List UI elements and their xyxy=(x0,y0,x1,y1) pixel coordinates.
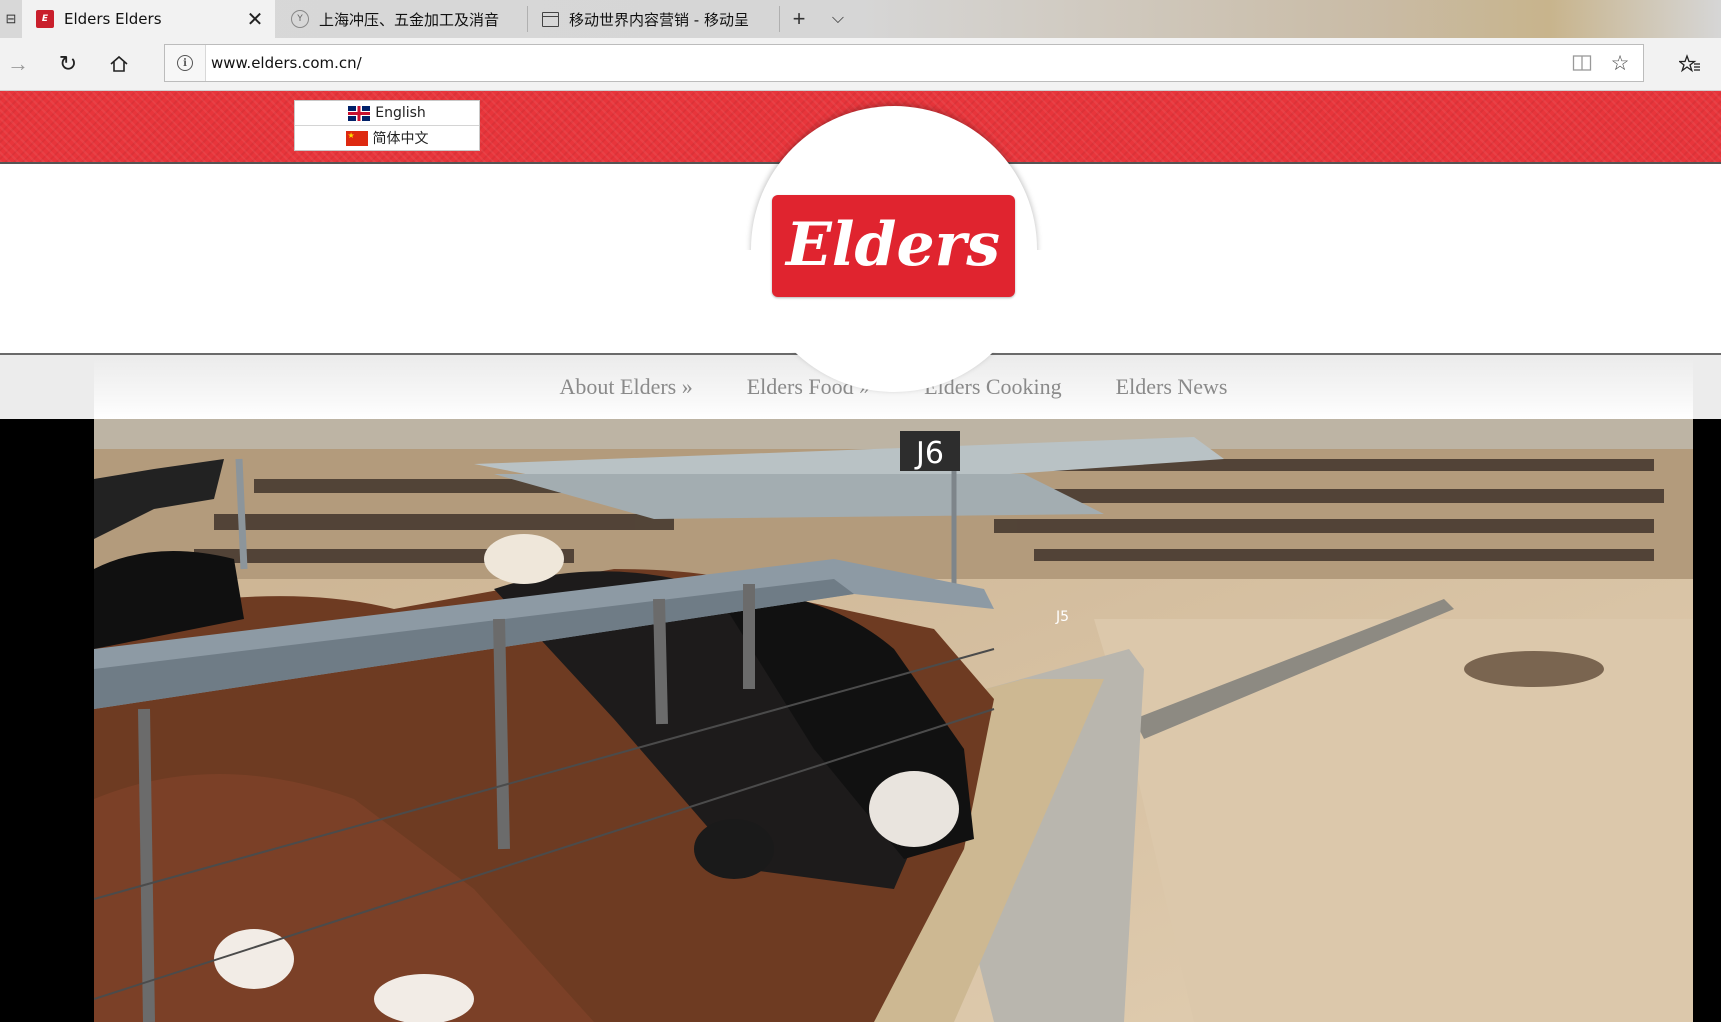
tab-title: 上海冲压、五金加工及消音 xyxy=(319,10,500,29)
favorite-star-icon[interactable]: ☆ xyxy=(1605,48,1635,78)
uk-flag-icon xyxy=(348,105,371,121)
tab-bar: ⊟ E Elders Elders ✕ Y 上海冲压、五金加工及消音 移动世界内… xyxy=(0,0,1721,39)
tab-title: Elders Elders xyxy=(64,10,162,28)
refresh-icon[interactable]: ↻ xyxy=(50,46,86,82)
tab-title: 移动世界内容营销 - 移动呈 xyxy=(569,10,749,29)
menu-elders-news[interactable]: Elders News xyxy=(1116,374,1228,400)
tab-list-icon[interactable]: ⌵ xyxy=(820,0,856,38)
logo-text: Elders xyxy=(784,210,1000,280)
url-text[interactable]: www.elders.com.cn/ xyxy=(211,45,362,81)
svg-text:J6: J6 xyxy=(914,436,944,471)
china-flag-icon: ★ xyxy=(345,130,368,146)
svg-text:J5: J5 xyxy=(1055,609,1069,625)
site-favicon-icon: Y xyxy=(291,10,309,28)
favorites-hub-icon[interactable] xyxy=(1672,46,1708,82)
language-switcher: English ★ 简体中文 xyxy=(294,100,480,151)
language-chinese[interactable]: ★ 简体中文 xyxy=(295,125,479,150)
page-icon xyxy=(542,11,559,27)
hero-cattle-feedlot-image: J6 J5 xyxy=(94,419,1693,1022)
elders-favicon-icon: E xyxy=(36,10,54,28)
tab-elders[interactable]: E Elders Elders ✕ xyxy=(22,0,275,38)
reading-view-icon[interactable] xyxy=(1567,48,1597,78)
tab-stamping[interactable]: Y 上海冲压、五金加工及消音 xyxy=(277,0,525,38)
menu-about-elders[interactable]: About Elders » xyxy=(560,374,693,400)
navigation-bar: → ↻ i www.elders.com.cn/ ☆ xyxy=(0,38,1721,91)
close-tab-icon[interactable]: ✕ xyxy=(245,7,265,31)
address-bar[interactable]: i www.elders.com.cn/ ☆ xyxy=(164,44,1644,82)
tab-preview-icon[interactable]: ⊟ xyxy=(0,0,22,38)
elders-logo[interactable]: Elders xyxy=(772,195,1015,297)
site-info-icon[interactable]: i xyxy=(165,45,206,81)
tab-mobile-world[interactable]: 移动世界内容营销 - 移动呈 xyxy=(528,0,778,38)
language-english[interactable]: English xyxy=(295,101,479,125)
new-tab-icon[interactable]: + xyxy=(781,0,817,38)
home-icon[interactable] xyxy=(101,46,137,82)
tab-divider xyxy=(779,6,780,32)
forward-icon[interactable]: → xyxy=(0,46,36,82)
